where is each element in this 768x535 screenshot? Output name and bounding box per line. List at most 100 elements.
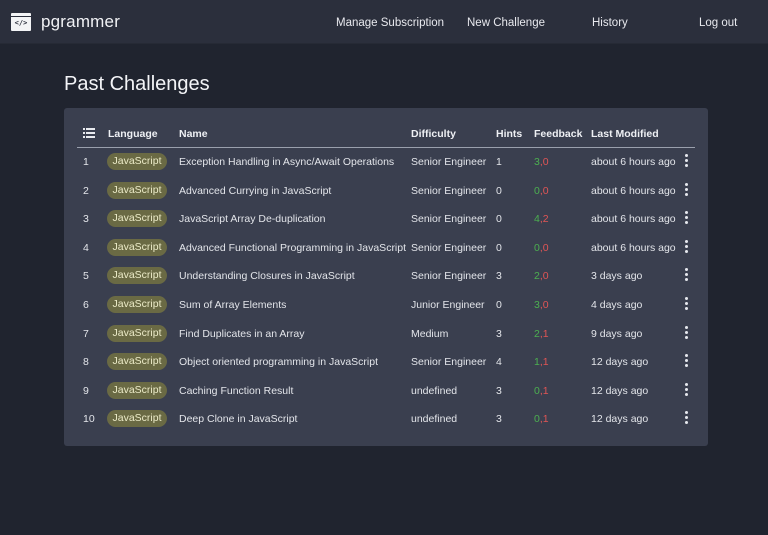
column-header-feedback[interactable]: Feedback — [534, 128, 582, 141]
challenge-name[interactable]: Caching Function Result — [179, 385, 293, 398]
more-options-icon[interactable] — [682, 297, 690, 311]
language-badge: JavaScript — [107, 353, 167, 371]
more-options-icon[interactable] — [682, 411, 690, 425]
more-options-icon[interactable] — [682, 382, 690, 397]
table-row[interactable]: 4 JavaScript Advanced Functional Program… — [77, 234, 695, 263]
more-options-icon[interactable] — [682, 354, 690, 368]
table-row[interactable]: 2 JavaScript Advanced Currying in JavaSc… — [77, 177, 695, 206]
challenges-card: Language Name Difficulty Hints Feedback … — [64, 108, 708, 446]
table-row[interactable]: 1 JavaScript Exception Handling in Async… — [77, 148, 695, 177]
language-badge: JavaScript — [107, 267, 167, 285]
table-header: Language Name Difficulty Hints Feedback … — [77, 108, 695, 148]
challenge-name[interactable]: Understanding Closures in JavaScript — [179, 270, 355, 283]
challenge-name[interactable]: Advanced Currying in JavaScript — [179, 185, 331, 198]
nav-new-challenge[interactable]: New Challenge — [467, 16, 545, 30]
brand-name: pgrammer — [41, 12, 121, 31]
list-icon[interactable] — [83, 128, 95, 138]
difficulty: Junior Engineer — [411, 299, 485, 311]
feedback-negative: 0 — [542, 241, 549, 254]
difficulty: Senior Engineer — [411, 356, 487, 369]
more-options-icon[interactable] — [682, 325, 690, 340]
hints-count: 0 — [496, 241, 502, 254]
last-modified: 12 days ago — [591, 384, 649, 397]
hints-count: 4 — [496, 356, 502, 369]
challenge-name[interactable]: Advanced Functional Programming in JavaS… — [179, 242, 406, 255]
table-row[interactable]: 9 JavaScript Caching Function Result und… — [77, 377, 695, 406]
row-index: 5 — [83, 270, 89, 283]
column-header-language[interactable]: Language — [108, 128, 158, 141]
table-row[interactable]: 10 JavaScript Deep Clone in JavaScript u… — [77, 405, 695, 434]
more-options-icon[interactable] — [682, 182, 690, 197]
challenge-name[interactable]: Object oriented programming in JavaScrip… — [179, 356, 378, 369]
feedback-negative: 0 — [542, 156, 549, 168]
feedback: 3,0 — [534, 156, 549, 169]
table-row[interactable]: 3 JavaScript JavaScript Array De-duplica… — [77, 205, 695, 234]
feedback-negative: 1 — [542, 384, 549, 397]
hints-count: 0 — [496, 213, 502, 226]
last-modified: 12 days ago — [591, 413, 649, 426]
table-row[interactable]: 8 JavaScript Object oriented programming… — [77, 348, 695, 377]
brand[interactable]: </> pgrammer — [11, 12, 120, 32]
difficulty: undefined — [411, 413, 458, 426]
challenge-name[interactable]: Find Duplicates in an Array — [179, 328, 304, 341]
last-modified: about 6 hours ago — [591, 213, 676, 226]
more-options-icon[interactable] — [682, 154, 690, 168]
feedback-negative: 2 — [542, 213, 549, 226]
row-index: 4 — [83, 241, 89, 254]
hints-count: 1 — [496, 156, 502, 168]
feedback-negative: 0 — [542, 184, 549, 197]
hints-count: 3 — [496, 413, 502, 426]
row-index: 10 — [83, 413, 95, 426]
row-index: 6 — [83, 299, 89, 311]
last-modified: 9 days ago — [591, 327, 643, 340]
feedback: 0,1 — [534, 413, 549, 426]
column-header-difficulty[interactable]: Difficulty — [411, 128, 456, 141]
row-index: 8 — [83, 356, 89, 369]
challenge-name[interactable]: JavaScript Array De-duplication — [179, 213, 325, 226]
feedback-negative: 1 — [542, 356, 549, 369]
table-row[interactable]: 7 JavaScript Find Duplicates in an Array… — [77, 320, 695, 349]
feedback: 2,0 — [534, 270, 549, 283]
difficulty: undefined — [411, 384, 458, 397]
nav-manage-subscription[interactable]: Manage Subscription — [336, 16, 444, 30]
code-window-icon: </> — [11, 13, 31, 31]
column-header-hints[interactable]: Hints — [496, 128, 522, 141]
language-badge: JavaScript — [107, 181, 167, 199]
feedback-negative: 1 — [542, 413, 549, 426]
row-index: 7 — [83, 327, 89, 340]
hints-count: 0 — [496, 184, 502, 197]
language-badge: JavaScript — [107, 381, 167, 399]
page-title: Past Challenges — [64, 73, 210, 95]
more-options-icon[interactable] — [682, 239, 690, 254]
difficulty: Senior Engineer — [411, 184, 487, 197]
code-glyph: </> — [14, 19, 28, 27]
more-options-icon[interactable] — [682, 268, 690, 282]
feedback-negative: 0 — [542, 299, 549, 311]
feedback: 4,2 — [534, 213, 549, 226]
column-header-last-modified[interactable]: Last Modified — [591, 128, 659, 141]
hints-count: 3 — [496, 384, 502, 397]
row-index: 2 — [83, 184, 89, 197]
difficulty: Senior Engineer — [411, 241, 487, 254]
table-row[interactable]: 5 JavaScript Understanding Closures in J… — [77, 262, 695, 291]
challenge-name[interactable]: Sum of Array Elements — [179, 299, 286, 312]
last-modified: about 6 hours ago — [591, 156, 676, 168]
language-badge: JavaScript — [107, 410, 167, 428]
feedback: 3,0 — [534, 299, 549, 312]
more-options-icon[interactable] — [682, 211, 690, 225]
difficulty: Senior Engineer — [411, 213, 487, 226]
challenge-name[interactable]: Deep Clone in JavaScript — [179, 413, 297, 426]
nav-log-out[interactable]: Log out — [699, 16, 737, 30]
last-modified: 4 days ago — [591, 299, 643, 311]
challenge-name[interactable]: Exception Handling in Async/Await Operat… — [179, 156, 394, 169]
table-row[interactable]: 6 JavaScript Sum of Array Elements Junio… — [77, 291, 695, 320]
last-modified: about 6 hours ago — [591, 241, 676, 254]
nav-history[interactable]: History — [592, 16, 628, 30]
column-header-name[interactable]: Name — [179, 128, 208, 141]
feedback: 2,1 — [534, 328, 549, 341]
hints-count: 3 — [496, 270, 502, 283]
difficulty: Senior Engineer — [411, 156, 487, 168]
hints-count: 3 — [496, 327, 502, 340]
feedback-negative: 1 — [542, 327, 549, 340]
row-index: 3 — [83, 213, 89, 226]
